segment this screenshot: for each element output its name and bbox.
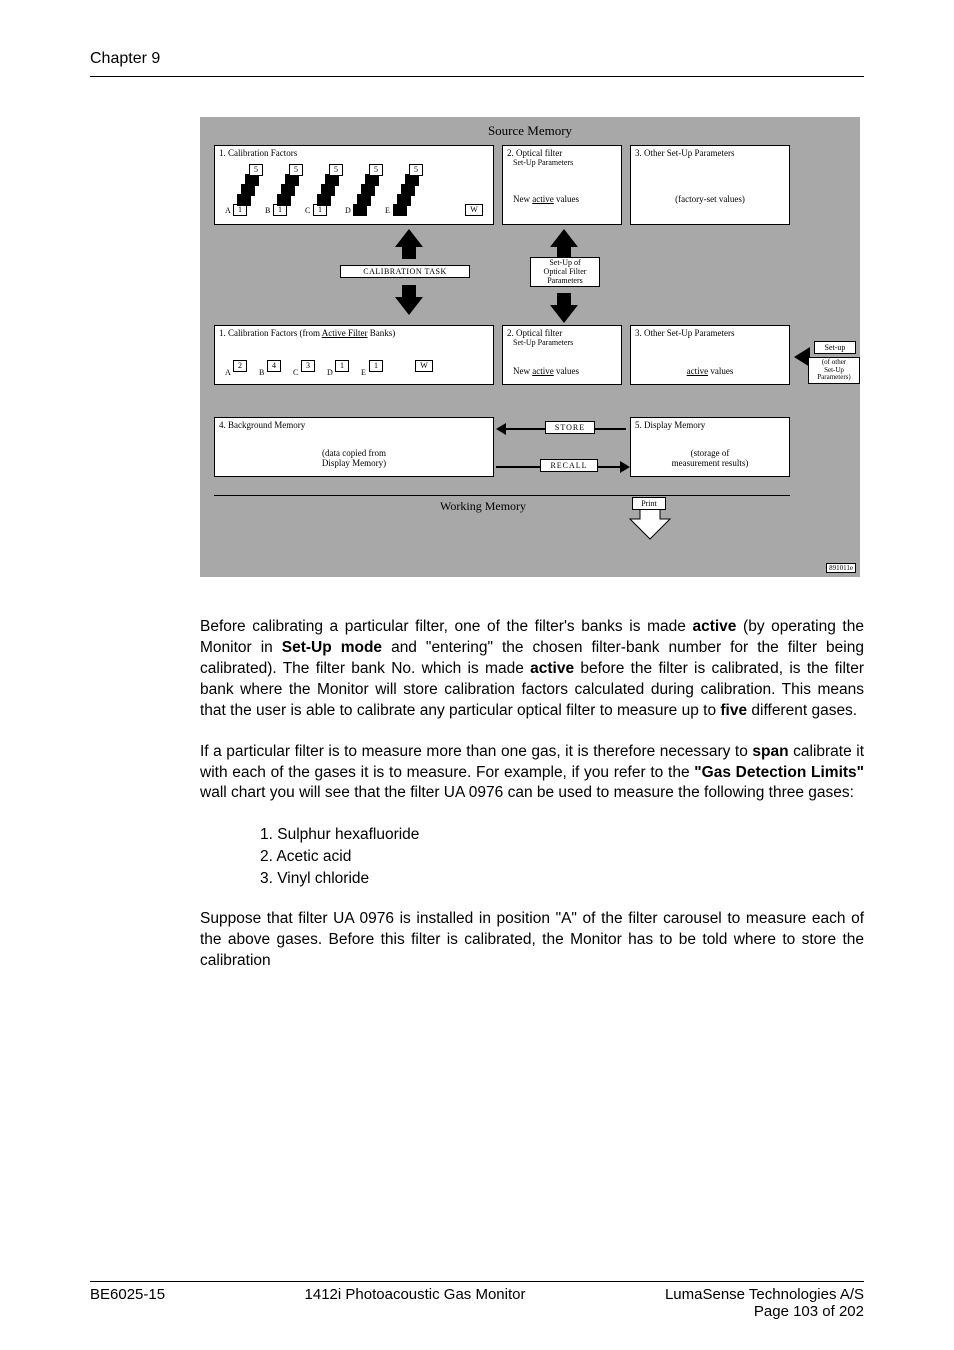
gas-list: 1. Sulphur hexafluoride 2. Acetic acid 3… [260,824,864,889]
list-item: 2. Acetic acid [260,846,864,868]
setup-side-sub: (of other Set-Up Parameters) [808,357,860,384]
paragraph-3: Suppose that filter UA 0976 is installed… [200,909,864,972]
list-item: 1. Sulphur hexafluoride [260,824,864,846]
page-footer: BE6025-15 1412i Photoacoustic Gas Monito… [90,1273,864,1320]
list-item: 3. Vinyl chloride [260,868,864,890]
block-optical-filter: 2. Optical filter Set-Up Parameters New … [502,145,622,225]
recall-box: RECALL [540,459,598,472]
chapter-heading: Chapter 9 [90,50,864,68]
wm-calibration-block: 1. Calibration Factors (from Active Filt… [214,325,494,385]
calibration-task-box: CALIBRATION TASK [340,265,470,278]
header-rule [90,76,864,77]
diagram-ref: 891011e [826,563,856,573]
setup-optical-box: Set-Up of Optical Filter Parameters [530,257,600,287]
block-calibration-factors: 1. Calibration Factors A 1 5 B 1 5 C 1 [214,145,494,225]
print-box: Print [632,497,666,510]
arrow-icon [395,297,423,315]
footer-left: BE6025-15 [90,1286,165,1303]
store-box: STORE [545,421,595,434]
wm-other-block: 3. Other Set-Up Parameters active values [630,325,790,385]
setup-side-top: Set-up [814,341,856,354]
arrow-icon [620,461,630,473]
block-display-memory: 5. Display Memory (storage ofmeasurement… [630,417,790,477]
paragraph-1: Before calibrating a particular filter, … [200,617,864,722]
footer-mid: 1412i Photoacoustic Gas Monitor [305,1286,526,1303]
footer-right: LumaSense Technologies A/S [665,1286,864,1303]
block-other-setup: 3. Other Set-Up Parameters (factory-set … [630,145,790,225]
arrow-icon [550,305,578,323]
footer-page: Page 103 of 202 [90,1303,864,1320]
working-memory-label: Working Memory [440,499,526,514]
block-background-memory: 4. Background Memory (data copied fromDi… [214,417,494,477]
memory-diagram: Source Memory 1. Calibration Factors A 1… [200,117,860,577]
diagram-title: Source Memory [200,117,860,139]
arrow-icon [496,423,506,435]
paragraph-2: If a particular filter is to measure mor… [200,742,864,805]
wm-optical-block: 2. Optical filter Set-Up Parameters New … [502,325,622,385]
